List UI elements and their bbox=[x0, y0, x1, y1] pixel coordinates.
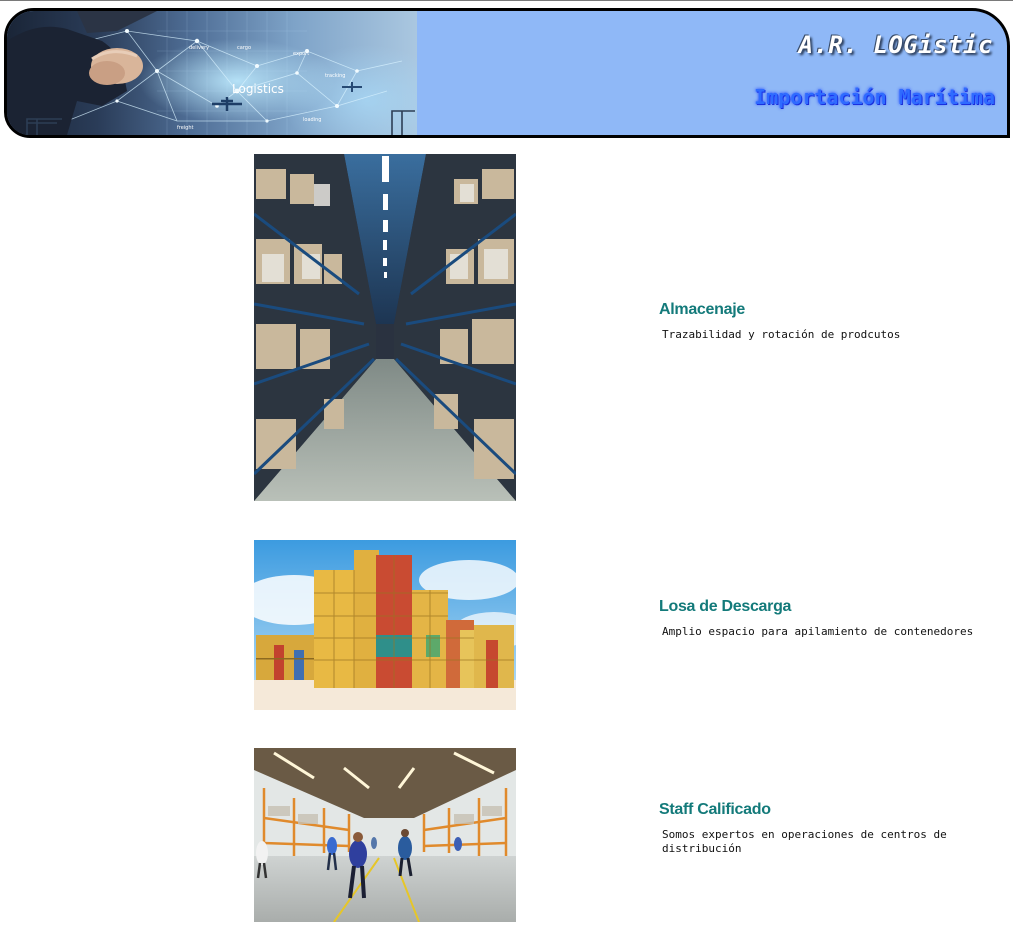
banner-word-delivery: delivery bbox=[189, 45, 209, 51]
banner-word-freight: freight bbox=[177, 125, 194, 131]
service-title: Almacenaje bbox=[659, 301, 745, 318]
banner-word-loading: loading bbox=[303, 117, 321, 123]
service-description: Somos expertos en operaciones de centros… bbox=[662, 828, 947, 855]
warehouse-staff-photo bbox=[254, 748, 516, 922]
top-divider bbox=[0, 0, 1013, 1]
service-title: Staff Calificado bbox=[659, 801, 771, 818]
banner-illustration: Logistics delivery cargo tracking freigh… bbox=[7, 11, 415, 135]
banner-word-cargo: cargo bbox=[237, 45, 251, 51]
banner-word-tracking: tracking bbox=[325, 73, 345, 79]
page-subtitle: Importación Marítima bbox=[754, 85, 995, 109]
service-description: Amplio espacio para apilamiento de conte… bbox=[662, 625, 974, 638]
warehouse-aisle-photo bbox=[254, 154, 516, 501]
stacked-containers-photo bbox=[254, 540, 516, 710]
logistics-banner-image: Logistics delivery cargo tracking freigh… bbox=[7, 11, 417, 135]
brand-title: A.R. LOGistic bbox=[798, 31, 993, 59]
site-header: Logistics delivery cargo tracking freigh… bbox=[4, 8, 1010, 138]
service-title: Losa de Descarga bbox=[659, 598, 792, 615]
banner-word-export: export bbox=[293, 51, 309, 57]
service-description: Trazabilidad y rotación de prodcutos bbox=[662, 328, 901, 341]
banner-word-logistics: Logistics bbox=[232, 82, 284, 96]
